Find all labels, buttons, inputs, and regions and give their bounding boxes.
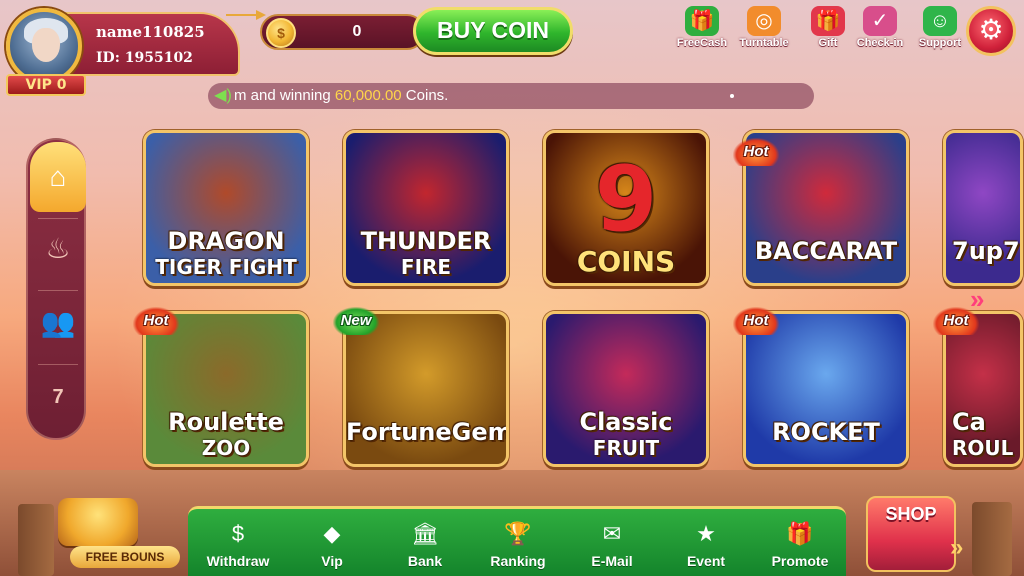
- game-subtitle: FRUIT: [592, 436, 660, 460]
- marquee-text: m and winning 60,000.00 Coins.: [234, 87, 449, 104]
- coin-icon: $: [266, 18, 296, 48]
- event-icon: ★: [696, 521, 716, 546]
- top-icon-support[interactable]: ☺ Support: [908, 6, 972, 54]
- turntable-icon: ◎: [747, 6, 781, 36]
- nav-divider: [38, 218, 78, 219]
- game-subtitle: TIGER FIGHT: [155, 255, 297, 279]
- bottom-nav-vip[interactable]: ◆ Vip: [290, 517, 374, 569]
- top-icon-label: Turntable: [739, 37, 789, 49]
- hot-badge: Hot: [133, 307, 179, 335]
- new-badge: New: [333, 307, 379, 335]
- wooden-post: [18, 504, 54, 576]
- game-tile-7up7down[interactable]: 7up7: [943, 130, 1023, 286]
- game-subtitle: FIRE: [400, 255, 452, 279]
- email-icon: ✉: [602, 521, 622, 546]
- winner-marquee: ◀) m and winning 60,000.00 Coins.: [208, 83, 814, 109]
- bottom-nav-label: Ranking: [490, 553, 546, 569]
- bank-icon: 🏛: [411, 521, 439, 546]
- player-id: ID: 1955102: [96, 50, 193, 66]
- game-title: DRAGON: [167, 227, 285, 255]
- coin-balance: $ 0: [260, 14, 425, 50]
- bottom-nav-label: Withdraw: [206, 553, 270, 569]
- gift-icon: 🎁: [811, 6, 845, 36]
- bottom-nav-label: Promote: [771, 553, 829, 569]
- nav-users-icon[interactable]: 👥: [34, 294, 82, 352]
- free-bonus-label: FREE BOUNS: [70, 546, 180, 568]
- bottom-nav-label: Event: [686, 553, 726, 569]
- shop-chevron-icon: »: [950, 534, 964, 561]
- profile-card[interactable]: VIP 0 name110825 ID: 1955102: [4, 6, 266, 96]
- nav-home-icon[interactable]: ⌂: [30, 142, 86, 212]
- game-title: THUNDER: [360, 227, 492, 255]
- marquee-dot: [730, 94, 734, 98]
- nav-divider: [38, 290, 78, 291]
- game-title: FortuneGems: [346, 418, 509, 446]
- game-subtitle: ZOO: [201, 436, 251, 460]
- avatar-face: [32, 28, 60, 62]
- vip-diamond-icon: ◆: [323, 521, 341, 546]
- top-icon-label: FreeCash: [676, 37, 728, 49]
- top-icon-label: Support: [918, 37, 962, 49]
- game-tile-dragon-tiger-fight[interactable]: DRAGON TIGER FIGHT: [143, 130, 309, 286]
- bottom-nav-event[interactable]: ★ Event: [664, 517, 748, 569]
- shop-label: SHOP: [885, 504, 937, 524]
- game-subtitle: COINS: [576, 245, 676, 278]
- bottom-nav-label: Bank: [407, 553, 443, 569]
- player-name: name110825: [96, 23, 205, 41]
- game-title: BACCARAT: [754, 237, 898, 265]
- bottom-nav-email[interactable]: ✉ E-Mail: [570, 517, 654, 569]
- game-tile-9-coins[interactable]: 9 COINS: [543, 130, 709, 286]
- bottom-nav-bank[interactable]: 🏛 Bank: [383, 517, 467, 569]
- support-icon: ☺: [923, 6, 957, 36]
- game-tile-thunder-fire[interactable]: THUNDER FIRE: [343, 130, 509, 286]
- arrow-decoration-icon: [226, 10, 266, 20]
- speaker-icon: ◀): [214, 87, 232, 104]
- top-icon-turntable[interactable]: ◎ Turntable: [732, 6, 796, 54]
- ranking-trophy-icon: 🏆: [504, 521, 532, 546]
- checkin-icon: ✓: [863, 6, 897, 36]
- hot-badge: Hot: [733, 138, 779, 166]
- bottom-nav-withdraw[interactable]: $ Withdraw: [196, 517, 280, 569]
- bottom-nav-label: E-Mail: [591, 553, 633, 569]
- free-bonus-button[interactable]: FREE BOUNS: [18, 494, 180, 576]
- wooden-post: [972, 502, 1012, 576]
- game-title: Ca: [952, 408, 986, 436]
- hot-badge: Hot: [733, 307, 779, 335]
- nav-slot-777-icon[interactable]: 7: [34, 368, 82, 426]
- top-icon-checkin[interactable]: ✓ Check-in: [848, 6, 912, 54]
- category-nav: ⌂ ♨ 👥 7: [26, 138, 86, 440]
- game-subtitle: ROUL: [952, 436, 1014, 460]
- marquee-amount: 60,000.00: [334, 87, 402, 104]
- buy-coin-button[interactable]: BUY COIN: [413, 7, 573, 55]
- coin-balance-value: 0: [352, 23, 362, 40]
- bottom-nav-ranking[interactable]: 🏆 Ranking: [476, 517, 560, 569]
- bottom-nav-bar: $ Withdraw ◆ Vip 🏛 Bank 🏆 Ranking ✉ E-Mail ★ Event 🎁…: [188, 506, 846, 576]
- nav-hot-fire-icon[interactable]: ♨: [34, 220, 82, 278]
- bottom-nav-promote[interactable]: 🎁 Promote: [758, 517, 842, 569]
- hot-badge: Hot: [933, 307, 979, 335]
- coin-pile-icon: [58, 498, 138, 546]
- vip-badge: VIP 0: [6, 74, 86, 96]
- top-icon-label: Check-in: [856, 37, 904, 49]
- shop-button[interactable]: SHOP »: [860, 494, 1018, 576]
- freecash-icon: 🎁: [685, 6, 719, 36]
- game-title: 9: [594, 147, 658, 252]
- avatar[interactable]: [6, 8, 82, 84]
- game-title: Roulette: [168, 408, 284, 436]
- top-icon-freecash[interactable]: 🎁 FreeCash: [670, 6, 734, 54]
- bottom-nav-label: Vip: [321, 553, 343, 569]
- promote-icon: 🎁: [786, 521, 814, 546]
- withdraw-icon: $: [231, 521, 245, 546]
- settings-gear-icon[interactable]: ⚙: [966, 6, 1016, 56]
- game-title: 7up7: [952, 237, 1020, 265]
- game-title: ROCKET: [772, 418, 880, 446]
- game-title: Classic: [579, 408, 673, 436]
- nav-divider: [38, 364, 78, 365]
- game-tile-classic-fruit[interactable]: Classic FRUIT: [543, 311, 709, 467]
